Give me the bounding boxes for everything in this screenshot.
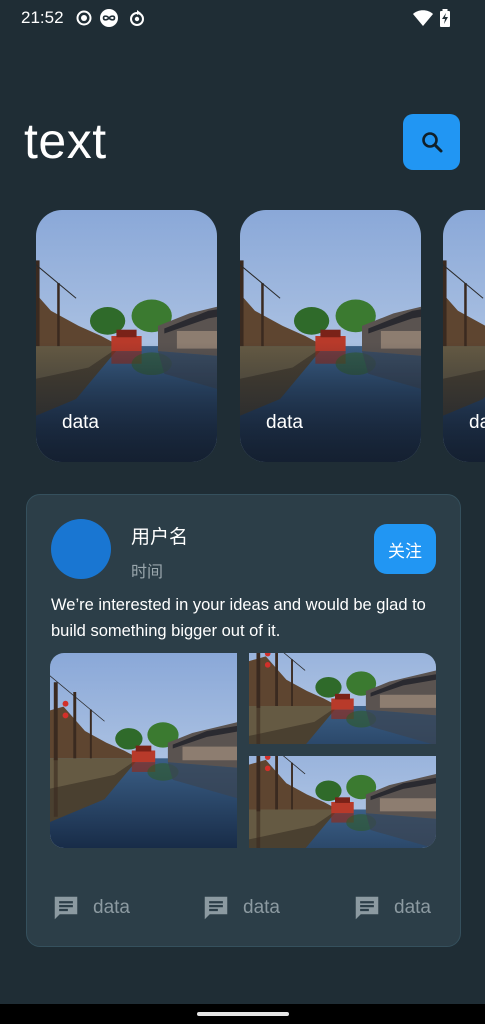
username[interactable]: 用户名 (131, 522, 188, 549)
search-icon (421, 132, 442, 153)
featured-carousel[interactable]: data data data (0, 210, 485, 464)
carousel-card[interactable]: data (240, 210, 421, 462)
action-label: data (243, 897, 280, 918)
carousel-card[interactable]: data (443, 210, 485, 462)
sync-icon (130, 10, 144, 26)
carousel-card[interactable]: data (36, 210, 217, 462)
action-comment-2[interactable]: data (201, 888, 280, 928)
action-comment-3[interactable]: data (352, 888, 431, 928)
canal-town-photo (249, 756, 436, 848)
post-body: We’re interested in your ideas and would… (51, 596, 426, 640)
gallery-image-bottom[interactable] (249, 756, 436, 848)
image-gallery (50, 653, 436, 848)
carousel-card-label: data (266, 412, 303, 433)
infinity-icon (100, 9, 118, 27)
post-time: 时间 (131, 564, 164, 581)
battery-charging-icon (440, 9, 450, 27)
post-card: 用户名 时间 关注 We’re interested in your ideas… (26, 494, 461, 947)
avatar[interactable] (51, 519, 111, 579)
navigation-bar (0, 1004, 485, 1024)
canal-town-photo (50, 653, 237, 848)
home-gesture-handle[interactable] (197, 1012, 289, 1016)
action-label: data (93, 897, 130, 918)
comment-icon (204, 896, 228, 920)
action-comment-1[interactable]: data (51, 888, 130, 928)
canal-town-photo (249, 653, 436, 744)
gallery-image-main[interactable] (50, 653, 237, 848)
post-actions: data data data (27, 888, 460, 928)
action-label: data (394, 897, 431, 918)
follow-button[interactable]: 关注 (374, 524, 436, 574)
wifi-icon (413, 10, 433, 26)
gallery-image-top[interactable] (249, 653, 436, 744)
record-icon (76, 10, 92, 26)
search-button[interactable] (403, 114, 460, 170)
status-time: 21:52 (21, 8, 64, 27)
comment-icon (355, 896, 379, 920)
page-title: text (24, 113, 107, 169)
comment-icon (54, 896, 78, 920)
carousel-card-label: data (469, 412, 485, 433)
status-bar: 21:52 (0, 0, 485, 36)
carousel-card-label: data (62, 412, 99, 433)
